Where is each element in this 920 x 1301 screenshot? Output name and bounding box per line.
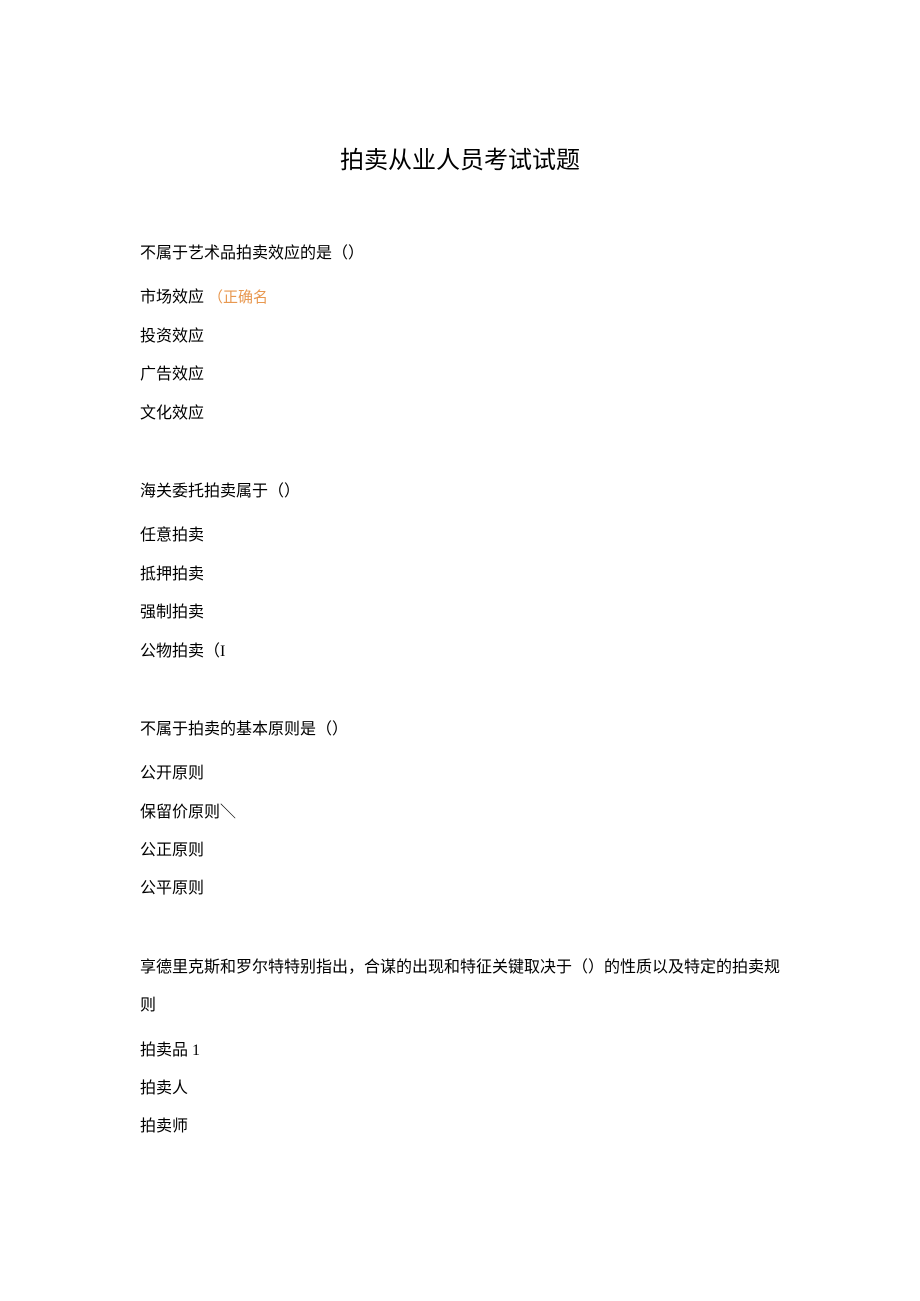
option: 公平原则 [140, 870, 780, 908]
question-block: 不属于艺术品拍卖效应的是（） 市场效应（正确名 投资效应 广告效应 文化效应 [140, 235, 780, 433]
option-label: 强制拍卖 [140, 604, 204, 621]
option: 文化效应 [140, 395, 780, 433]
option: 拍卖师 [140, 1108, 780, 1146]
question-text: 享德里克斯和罗尔特特别指出，合谋的出现和特征关键取决于（）的性质以及特定的拍卖规… [140, 949, 780, 1026]
option-label: 公平原则 [140, 880, 204, 897]
option-label: 拍卖人 [140, 1080, 188, 1097]
option-label: 拍卖师 [140, 1118, 188, 1135]
option: 公正原则 [140, 832, 780, 870]
option-label: 公正原则 [140, 842, 204, 859]
option: 公物拍卖（I [140, 633, 780, 671]
page-title: 拍卖从业人员考试试题 [140, 140, 780, 175]
option-label: 公物拍卖（I [140, 643, 225, 660]
option-label: 投资效应 [140, 328, 204, 345]
question-block: 不属于拍卖的基本原则是（） 公开原则 保留价原则＼ 公正原则 公平原则 [140, 711, 780, 909]
question-block: 享德里克斯和罗尔特特别指出，合谋的出现和特征关键取决于（）的性质以及特定的拍卖规… [140, 949, 780, 1147]
option-label: 抵押拍卖 [140, 566, 204, 583]
option-label: 公开原则 [140, 765, 204, 782]
option: 任意拍卖 [140, 517, 780, 555]
option: 市场效应（正确名 [140, 279, 780, 317]
option: 投资效应 [140, 318, 780, 356]
option: 拍卖人 [140, 1070, 780, 1108]
option-label: 市场效应 [140, 289, 204, 306]
option-label: 广告效应 [140, 366, 204, 383]
option-label: 拍卖品 1 [140, 1042, 200, 1059]
option-label: 文化效应 [140, 405, 204, 422]
question-text: 海关委托拍卖属于（） [140, 473, 780, 511]
option-label: 任意拍卖 [140, 527, 204, 544]
question-block: 海关委托拍卖属于（） 任意拍卖 抵押拍卖 强制拍卖 公物拍卖（I [140, 473, 780, 671]
correct-marker: （正确名 [208, 290, 268, 306]
question-text: 不属于拍卖的基本原则是（） [140, 711, 780, 749]
option: 广告效应 [140, 356, 780, 394]
option-label: 保留价原则＼ [140, 804, 236, 821]
option: 强制拍卖 [140, 594, 780, 632]
option: 拍卖品 1 [140, 1032, 780, 1070]
option: 公开原则 [140, 755, 780, 793]
option: 抵押拍卖 [140, 556, 780, 594]
question-text: 不属于艺术品拍卖效应的是（） [140, 235, 780, 273]
option: 保留价原则＼ [140, 794, 780, 832]
